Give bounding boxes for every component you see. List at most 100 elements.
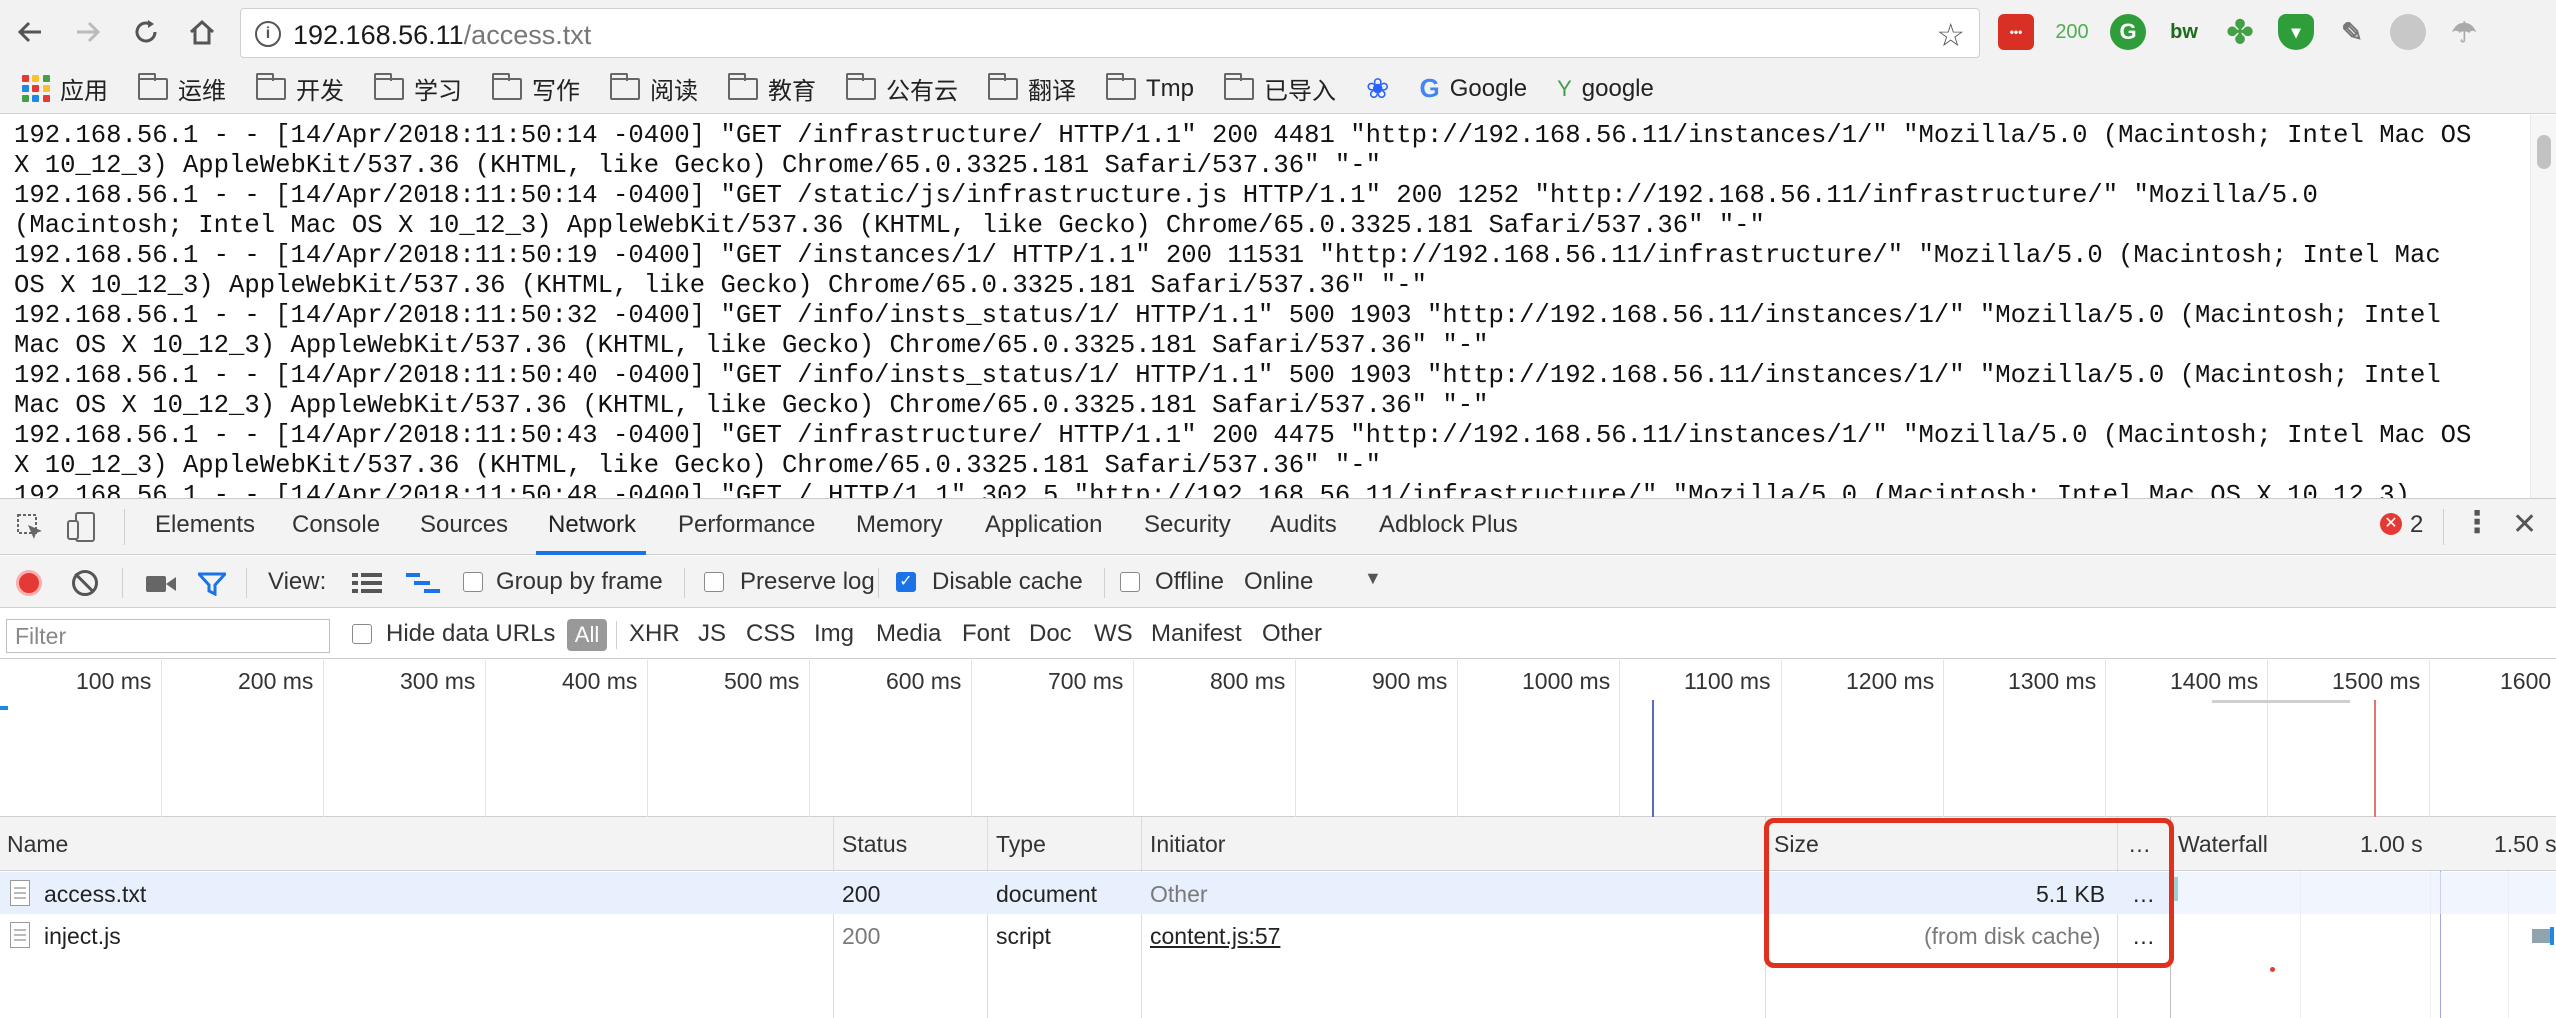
tab-elements[interactable]: Elements: [155, 511, 255, 539]
column-header-initiator[interactable]: Initiator: [1150, 831, 1225, 858]
timeline-tick-label: 1300 ms: [2008, 668, 2097, 694]
timeline-overview[interactable]: 100 ms 200 ms 300 ms 400 ms 500 ms 600 m…: [0, 660, 2556, 817]
timeline-tick-label: 1200 ms: [1846, 668, 1935, 694]
offline-checkbox[interactable]: [1120, 572, 1140, 592]
extension-badge-200[interactable]: 200: [2054, 14, 2090, 50]
column-header-name[interactable]: Name: [7, 831, 68, 858]
filter-type-ws[interactable]: WS: [1094, 620, 1133, 648]
screenshot-camera-icon[interactable]: [146, 574, 176, 599]
device-toolbar-icon[interactable]: [66, 511, 100, 548]
y-logo-icon: Y: [1557, 75, 1572, 101]
tab-memory[interactable]: Memory: [856, 511, 943, 539]
bookmark-google-2[interactable]: Y google: [1557, 75, 1654, 103]
timeline-gridline: [1133, 660, 1134, 817]
column-header-status[interactable]: Status: [842, 831, 907, 858]
scrollbar-thumb[interactable]: [2537, 135, 2551, 169]
tab-network[interactable]: Network: [548, 511, 636, 539]
devtools-menu-icon[interactable]: ⋮: [2462, 505, 2492, 540]
browser-toolbar: i 192.168.56.11/access.txt ☆ ••• 200 G b…: [0, 0, 2556, 64]
filter-type-js[interactable]: JS: [698, 620, 726, 648]
bookmark-star-icon[interactable]: ☆: [1936, 16, 1965, 54]
bookmark-folder[interactable]: Tmp: [1106, 72, 1194, 103]
filter-input[interactable]: Filter: [6, 619, 330, 653]
clear-button[interactable]: [72, 570, 98, 596]
bookmark-google[interactable]: G Google: [1419, 73, 1527, 104]
bookmark-folder[interactable]: 阅读: [610, 71, 698, 106]
extension-g-icon[interactable]: G: [2110, 14, 2146, 50]
preserve-log-checkbox[interactable]: [704, 572, 724, 592]
tab-console[interactable]: Console: [292, 511, 380, 539]
network-toolbar: View: Group by frame Preserve log ✓ Disa…: [0, 556, 2556, 608]
page-scrollbar[interactable]: [2530, 115, 2556, 498]
address-bar[interactable]: i 192.168.56.11/access.txt ☆: [240, 8, 1980, 58]
bookmark-folder[interactable]: 运维: [138, 71, 226, 106]
group-by-frame-checkbox[interactable]: [463, 572, 483, 592]
extension-dots-icon[interactable]: •••: [1998, 14, 2034, 50]
filter-type-all[interactable]: All: [567, 619, 607, 651]
extension-parachute-icon[interactable]: ☂: [2446, 14, 2482, 50]
home-button[interactable]: [184, 14, 220, 50]
column-header-waterfall[interactable]: Waterfall: [2178, 831, 2268, 858]
bookmark-folder-label: 学习: [414, 78, 462, 105]
column-header-type[interactable]: Type: [996, 831, 1046, 858]
devtools-close-icon[interactable]: ✕: [2512, 507, 2537, 542]
filter-type-other[interactable]: Other: [1262, 620, 1322, 648]
tab-security[interactable]: Security: [1144, 511, 1231, 539]
extension-shield-icon[interactable]: ▾: [2278, 14, 2314, 50]
tab-application[interactable]: Application: [985, 511, 1102, 539]
tab-performance[interactable]: Performance: [678, 511, 815, 539]
folder-icon: [1106, 72, 1136, 100]
throttle-dropdown-icon[interactable]: ▼: [1364, 568, 1382, 589]
extension-clover-icon[interactable]: ✤: [2222, 14, 2258, 50]
info-icon[interactable]: i: [255, 21, 281, 47]
bookmark-folder[interactable]: 已导入: [1224, 71, 1336, 106]
timeline-gridline: [161, 660, 162, 817]
hide-data-urls-checkbox[interactable]: [352, 624, 372, 644]
extension-pen-icon[interactable]: ✎: [2334, 14, 2370, 50]
inspect-element-icon[interactable]: [16, 513, 44, 546]
tab-audits[interactable]: Audits: [1270, 511, 1337, 539]
bookmark-apps[interactable]: 应用: [22, 71, 108, 106]
bookmark-folder[interactable]: 教育: [728, 71, 816, 106]
disable-cache-checkbox[interactable]: ✓: [896, 572, 916, 592]
bookmark-folder[interactable]: 翻译: [988, 71, 1076, 106]
extension-bw-icon[interactable]: bw: [2166, 14, 2202, 50]
url-text[interactable]: 192.168.56.11/access.txt: [293, 20, 591, 51]
bookmark-folder[interactable]: 写作: [492, 71, 580, 106]
waterfall-view-icon[interactable]: [406, 572, 440, 599]
throttle-select[interactable]: Online: [1244, 568, 1313, 596]
large-rows-icon[interactable]: [352, 572, 382, 599]
bookmark-folder-label: 已导入: [1264, 78, 1336, 105]
filter-type-xhr[interactable]: XHR: [629, 620, 680, 648]
toolbar-separator: [878, 568, 879, 598]
error-count[interactable]: 2: [2410, 511, 2423, 539]
filter-type-manifest[interactable]: Manifest: [1151, 620, 1242, 648]
back-button[interactable]: [12, 14, 48, 50]
request-initiator-link[interactable]: content.js:57: [1150, 923, 1280, 950]
error-icon[interactable]: ✕: [2380, 513, 2402, 535]
filter-type-img[interactable]: Img: [814, 620, 854, 648]
bookmark-baidu[interactable]: ❀: [1366, 72, 1389, 105]
filter-type-css[interactable]: CSS: [746, 620, 795, 648]
tab-adblock-plus[interactable]: Adblock Plus: [1379, 511, 1518, 539]
record-button[interactable]: [16, 570, 42, 596]
timeline-request-bar: [0, 706, 8, 710]
folder-icon: [256, 72, 286, 100]
extension-globe-icon[interactable]: [2390, 14, 2426, 50]
request-name[interactable]: access.txt: [44, 881, 146, 908]
forward-button[interactable]: [70, 14, 106, 50]
bookmark-folder[interactable]: 学习: [374, 71, 462, 106]
request-name[interactable]: inject.js: [44, 923, 121, 950]
tab-separator: [124, 509, 125, 545]
tab-sources[interactable]: Sources: [420, 511, 508, 539]
hide-data-urls-label: Hide data URLs: [386, 620, 556, 647]
filter-funnel-icon[interactable]: [195, 572, 229, 601]
bookmark-folder[interactable]: 公有云: [846, 71, 958, 106]
filter-type-doc[interactable]: Doc: [1029, 620, 1072, 648]
reload-button[interactable]: [128, 14, 164, 50]
filter-type-media[interactable]: Media: [876, 620, 941, 648]
bookmark-folder[interactable]: 开发: [256, 71, 344, 106]
timeline-tick-label: 400 ms: [562, 668, 638, 694]
filter-type-font[interactable]: Font: [962, 620, 1010, 648]
folder-icon: [492, 72, 522, 100]
